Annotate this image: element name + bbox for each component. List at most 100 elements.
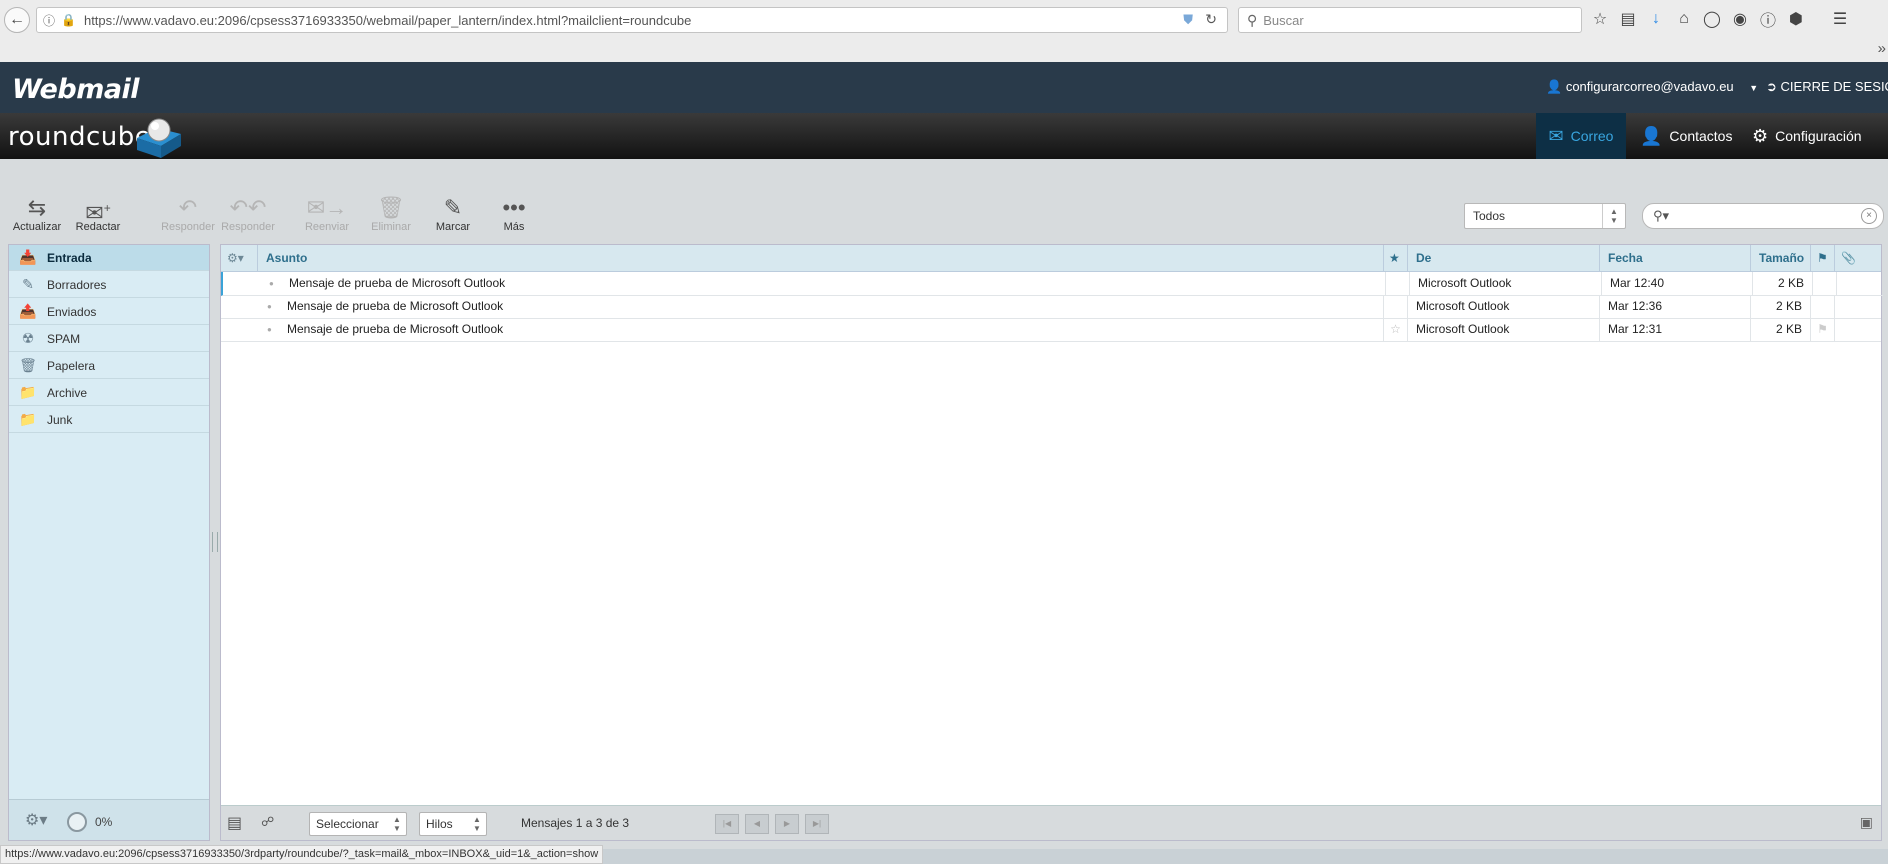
first-page-icon[interactable]: |◀ <box>715 814 739 834</box>
flag-star-icon[interactable]: ☆ <box>1383 318 1407 341</box>
webmail-logo[interactable]: Webmail <box>12 74 140 105</box>
column-subject[interactable]: Asunto <box>257 245 1419 271</box>
select-arrows-icon: ▲ ▼ <box>473 815 481 833</box>
clear-search-icon[interactable]: × <box>1861 208 1877 224</box>
folder-item-papelera[interactable]: 🗑 Papelera <box>9 353 209 379</box>
list-options-gear-icon[interactable]: ⚙▾ <box>221 245 257 271</box>
message-row[interactable]: ● Mensaje de prueba de Microsoft Outlook ☆… <box>221 318 1881 342</box>
previous-page-icon[interactable]: ◀ <box>745 814 769 834</box>
column-flag-icon[interactable]: ⚑ <box>1810 245 1834 271</box>
column-attachment-icon[interactable]: 📎 <box>1834 245 1858 271</box>
nav-contacts[interactable]: 👤 Contactos <box>1640 113 1760 159</box>
folder-settings-gear-icon[interactable]: ⚙▾ <box>25 810 47 830</box>
column-flag-star-icon[interactable]: ★ <box>1383 245 1407 271</box>
url-text[interactable]: https://www.vadavo.eu:2096/cpsess3716933… <box>84 13 691 28</box>
inbox-icon: 📥 <box>19 249 37 265</box>
folder-item-junk[interactable]: 📁 Junk <box>9 407 209 433</box>
cpanel-header: Webmail 👤 configurarcorreo@vadavo.eu ▼ ➲… <box>0 62 1888 113</box>
nav-mail[interactable]: ✉ Correo <box>1536 113 1626 159</box>
folder-item-spam[interactable]: ☢ SPAM <box>9 326 209 352</box>
delete-button[interactable]: 🗑 Eliminar <box>361 195 421 233</box>
select-dropdown[interactable]: Seleccionar ▲ ▼ <box>309 812 407 836</box>
list-layout-icon[interactable]: ▤ <box>227 813 242 833</box>
message-from: Microsoft Outlook <box>1407 318 1599 341</box>
message-count: Mensajes 1 a 3 de 3 <box>521 816 630 830</box>
hamburger-menu-icon[interactable]: ☰ <box>1830 9 1850 29</box>
message-size: 2 KB <box>1752 272 1812 295</box>
reading-list-icon[interactable]: ▤ <box>1618 9 1638 29</box>
reply-all-button[interactable]: ↶↶ Responder <box>218 195 278 233</box>
filter-select[interactable]: Todos ▲ ▼ <box>1464 203 1626 229</box>
threads-dropdown[interactable]: Hilos ▲ ▼ <box>419 812 487 836</box>
chevron-right-icon[interactable]: » <box>1878 40 1886 57</box>
flag-star-icon[interactable] <box>1383 295 1407 318</box>
back-arrow-icon[interactable]: ← <box>4 7 30 33</box>
flag-star-icon[interactable] <box>1385 272 1409 295</box>
folder-label: Borradores <box>47 277 107 292</box>
adblock-icon[interactable]: ⬢ <box>1786 9 1806 29</box>
select-arrows-icon: ▲ ▼ <box>393 815 401 833</box>
message-from: Microsoft Outlook <box>1409 272 1601 295</box>
last-page-icon[interactable]: ▶| <box>805 814 829 834</box>
threads-toggle-icon[interactable]: ☍ <box>261 814 274 830</box>
url-bar[interactable]: ⓘ 🔒 https://www.vadavo.eu:2096/cpsess371… <box>36 7 1228 33</box>
preview-pane-toggle-icon[interactable]: ▣ <box>1860 814 1873 831</box>
roundcube-logo[interactable]: roundcube <box>8 122 151 152</box>
download-icon[interactable]: ↓ <box>1646 10 1666 28</box>
folder-item-borradores[interactable]: ✎ Borradores <box>9 272 209 298</box>
unread-dot-icon[interactable]: ● <box>269 272 279 295</box>
home-icon[interactable]: ⌂ <box>1674 10 1694 28</box>
panel-splitter[interactable] <box>212 532 218 552</box>
folder-label: Papelera <box>47 358 96 373</box>
column-from[interactable]: De <box>1407 245 1599 271</box>
unread-dot-icon[interactable]: ● <box>267 295 277 318</box>
flag-icon[interactable] <box>1812 272 1836 295</box>
folder-item-enviados[interactable]: 📤 Enviados <box>9 299 209 325</box>
message-subject[interactable]: Mensaje de prueba de Microsoft Outlook <box>289 272 1379 295</box>
message-subject[interactable]: Mensaje de prueba de Microsoft Outlook <box>287 295 1377 318</box>
quota-display: 0% <box>67 812 112 832</box>
compose-button[interactable]: ✉+ Redactar <box>68 195 128 233</box>
attachment-cell <box>1834 318 1858 341</box>
forward-button[interactable]: ✉→ Reenviar <box>297 195 357 233</box>
folder-label: SPAM <box>47 331 81 346</box>
folder-list: 📥 Entrada ✎ Borradores 📤 Enviados ☢ SPAM 🗑 Papele… <box>8 244 210 841</box>
folder-footer: ⚙▾ 0% <box>9 799 209 840</box>
flag-icon[interactable] <box>1810 295 1834 318</box>
user-menu[interactable]: 👤 configurarcorreo@vadavo.eu ▼ <box>1546 79 1758 95</box>
pocket-icon[interactable]: ◯ <box>1702 9 1722 29</box>
nav-settings[interactable]: ⚙ Configuración <box>1752 113 1882 159</box>
password-icon[interactable]: ⓘ <box>1758 7 1778 31</box>
contact-icon: 👤 <box>1640 125 1663 146</box>
next-page-icon[interactable]: ▶ <box>775 814 799 834</box>
folder-item-entrada[interactable]: 📥 Entrada <box>9 245 209 271</box>
reply-button[interactable]: ↶ Responder <box>158 195 218 233</box>
search-options-icon[interactable]: ⚲▾ <box>1653 208 1669 224</box>
folder-item-archive[interactable]: 📁 Archive <box>9 380 209 406</box>
info-icon[interactable]: ⓘ <box>43 12 55 29</box>
flag-icon[interactable]: ⚑ <box>1810 318 1834 341</box>
column-size[interactable]: Tamaño <box>1750 245 1810 271</box>
message-list-header: ⚙▾ Asunto ★ De Fecha Tamaño ⚑ 📎 <box>221 245 1881 272</box>
message-row[interactable]: ● Mensaje de prueba de Microsoft Outlook M… <box>221 295 1881 319</box>
attachment-cell <box>1836 272 1860 295</box>
folder-label: Enviados <box>47 304 97 319</box>
mark-button[interactable]: ✎ Marcar <box>423 195 483 233</box>
unread-dot-icon[interactable]: ● <box>267 318 277 341</box>
message-row[interactable]: ● Mensaje de prueba de Microsoft Outlook M… <box>221 272 1883 296</box>
more-button[interactable]: ••• Más <box>484 195 544 233</box>
extension-icon[interactable]: ◉ <box>1730 9 1750 29</box>
refresh-button[interactable]: ⇆ Actualizar <box>7 195 67 233</box>
message-size: 2 KB <box>1750 295 1810 318</box>
column-date[interactable]: Fecha <box>1599 245 1750 271</box>
logout-button[interactable]: ➲ CIERRE DE SESIÓN <box>1766 79 1888 95</box>
reload-icon[interactable]: ↻ <box>1205 11 1217 28</box>
mail-search-input[interactable]: ⚲▾ × <box>1642 203 1884 229</box>
logout-icon: ➲ <box>1766 79 1777 94</box>
shield-icon[interactable]: ⛊ <box>1183 12 1193 28</box>
bookmark-star-icon[interactable]: ☆ <box>1590 9 1610 29</box>
trash-icon: 🗑 <box>19 357 37 373</box>
message-subject[interactable]: Mensaje de prueba de Microsoft Outlook <box>287 318 1377 341</box>
browser-search-input[interactable]: ⚲ Buscar <box>1238 7 1582 33</box>
spam-icon: ☢ <box>21 330 35 346</box>
